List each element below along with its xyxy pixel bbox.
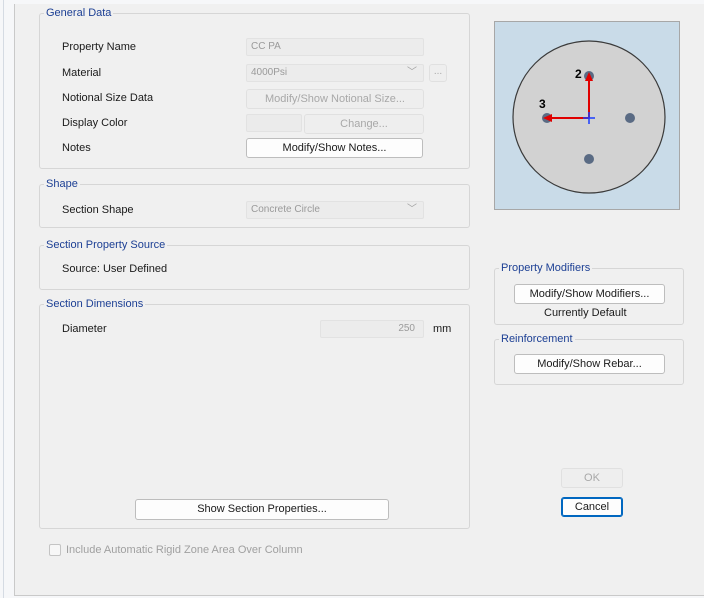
material-select[interactable]: 4000Psi ﹀ [246, 64, 424, 82]
notes-label: Notes [62, 142, 91, 154]
change-color-button[interactable]: Change... [304, 114, 424, 134]
show-section-properties-button[interactable]: Show Section Properties... [135, 499, 389, 520]
section-dimensions-title: Section Dimensions [44, 297, 146, 311]
section-shape-select[interactable]: Concrete Circle ﹀ [246, 201, 424, 219]
diameter-unit: mm [433, 323, 452, 335]
section-property-source-title: Section Property Source [44, 238, 168, 252]
section-shape-label: Section Shape [62, 204, 134, 216]
shape-title: Shape [44, 177, 80, 191]
rebar-right [625, 113, 635, 123]
property-name-field[interactable]: CC PA [246, 38, 424, 56]
property-modifiers-title: Property Modifiers [499, 261, 593, 275]
display-color-label: Display Color [62, 117, 128, 129]
ok-button[interactable]: OK [561, 468, 623, 488]
chevron-down-icon: ﹀ [407, 67, 417, 78]
modify-rebar-button[interactable]: Modify/Show Rebar... [514, 354, 665, 374]
property-name-label: Property Name [62, 41, 136, 53]
material-label: Material [62, 67, 102, 79]
material-value: 4000Psi [251, 67, 288, 78]
material-more-button[interactable]: ... [429, 64, 447, 82]
grid-line [3, 0, 4, 598]
notional-size-label: Notional Size Data [62, 92, 154, 104]
frame-section-property-dialog: General Data Property Name CC PA Materia… [14, 4, 704, 596]
axis-3-label: 3 [539, 97, 546, 111]
notional-size-button[interactable]: Modify/Show Notional Size... [246, 89, 424, 109]
reinforcement-title: Reinforcement [499, 332, 575, 346]
notes-button[interactable]: Modify/Show Notes... [246, 138, 423, 158]
rigid-zone-label: Include Automatic Rigid Zone Area Over C… [66, 544, 303, 556]
cancel-button[interactable]: Cancel [561, 497, 623, 517]
section-preview: 2 3 [494, 21, 680, 210]
diameter-label: Diameter [62, 323, 107, 335]
axis-2-label: 2 [575, 67, 582, 81]
general-data-title: General Data [44, 6, 114, 20]
section-shape-value: Concrete Circle [251, 204, 320, 215]
modify-modifiers-button[interactable]: Modify/Show Modifiers... [514, 284, 665, 304]
source-text: Source: User Defined [62, 263, 168, 275]
section-preview-drawing: 2 3 [512, 40, 666, 194]
modifiers-status: Currently Default [544, 307, 627, 319]
chevron-down-icon: ﹀ [407, 204, 417, 215]
rigid-zone-checkbox[interactable] [49, 544, 61, 556]
display-color-swatch [246, 114, 302, 132]
rebar-bottom [584, 154, 594, 164]
diameter-field[interactable]: 250 [320, 320, 424, 338]
